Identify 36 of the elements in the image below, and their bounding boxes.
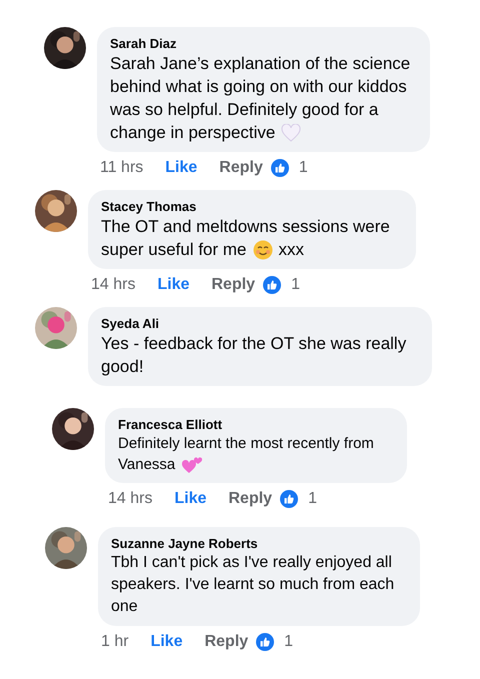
reaction-count: 1 (298, 158, 308, 178)
comment-text: Yes - feedback for the OT she was really good! (101, 333, 408, 378)
timestamp: 11 hrs (100, 158, 144, 178)
like-link[interactable]: Like (165, 158, 198, 178)
like-link[interactable]: Like (157, 275, 190, 295)
comment-text: change in perspective (110, 122, 276, 144)
comment-text: Vanessa (118, 455, 176, 475)
thumbs-up-icon (263, 276, 282, 294)
smiling-face-icon (252, 240, 273, 260)
reply-link[interactable]: Reply (211, 275, 256, 295)
author-name: Stacey Thomas (101, 199, 198, 215)
reply-link[interactable]: Reply (219, 158, 263, 178)
timestamp: 1 hr (101, 632, 129, 652)
thumbs-up-icon (270, 159, 289, 177)
author-name: Francesca Elliott (118, 417, 224, 433)
reaction-count: 1 (308, 489, 317, 509)
thumbs-up-icon (256, 633, 274, 651)
timestamp: 14 hrs (108, 489, 152, 509)
hearts-icon (181, 456, 204, 474)
like-link[interactable]: Like (174, 489, 206, 509)
comment-text: super useful for me (101, 239, 247, 261)
reaction-count: 1 (291, 275, 300, 295)
reply-link[interactable]: Reply (204, 632, 248, 652)
comment-text: Definitely learnt the most recently from (118, 434, 374, 454)
thumbs-up-icon (280, 490, 298, 508)
author-name: Sarah Diaz (110, 36, 178, 52)
like-link[interactable]: Like (150, 632, 183, 652)
timestamp: 14 hrs (91, 275, 136, 295)
comment-text: The OT and meltdowns sessions were (101, 216, 390, 238)
comment-text: xxx (278, 239, 304, 261)
comment-text: Tbh I can't pick as I've really enjoyed all speakers. I've learnt so much from each one (111, 553, 396, 617)
author-name: Syeda Ali (101, 316, 160, 332)
reply-link[interactable]: Reply (228, 489, 272, 509)
reaction-count: 1 (284, 632, 294, 652)
heart-icon (281, 124, 302, 142)
author-name: Suzanne Jayne Roberts (111, 536, 259, 552)
